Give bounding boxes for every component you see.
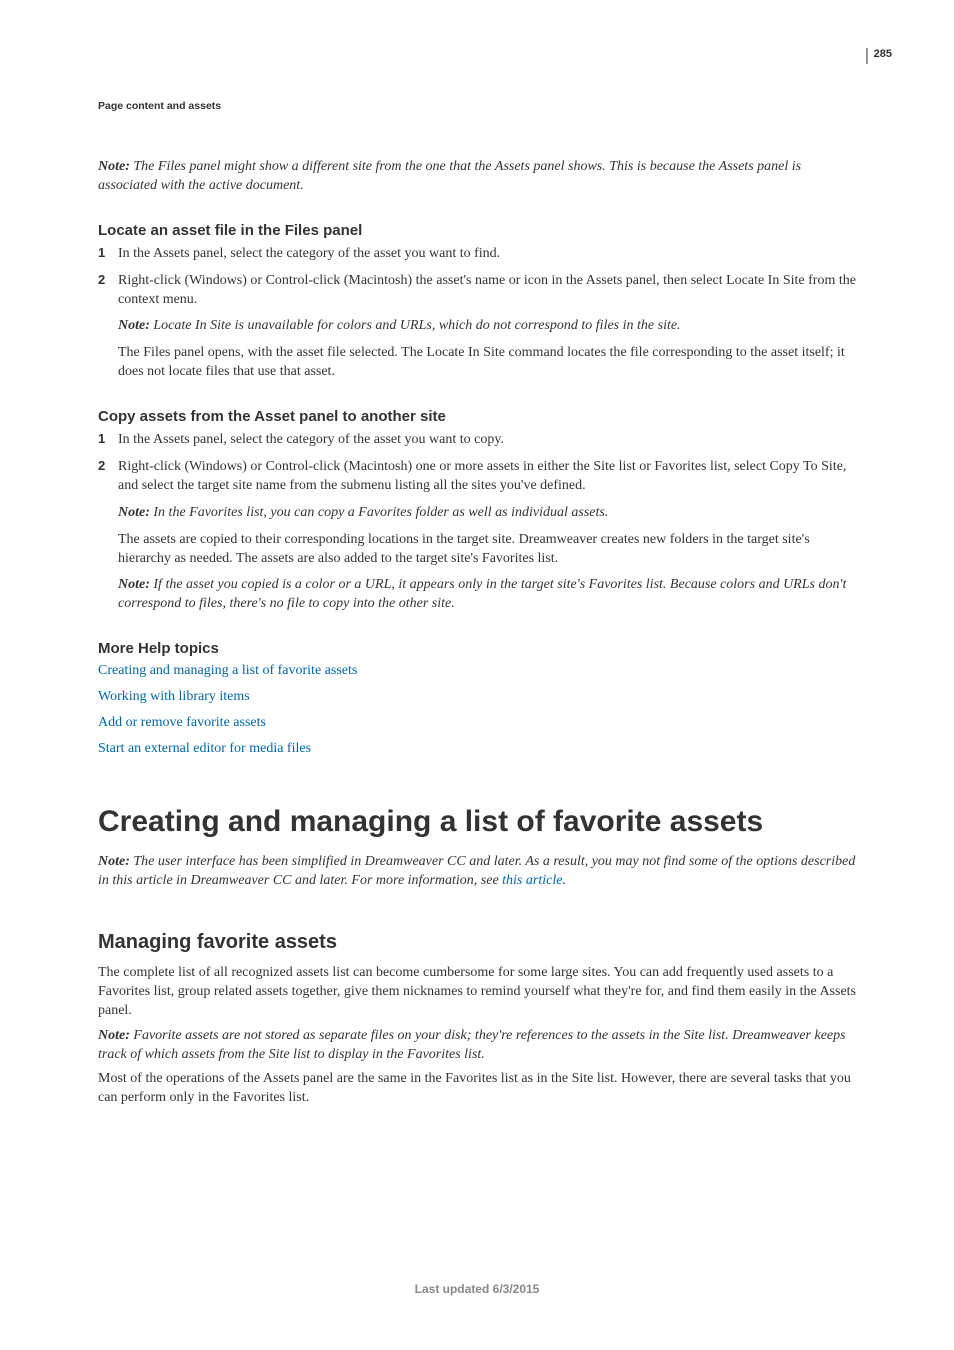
heading-managing-favorite-assets: Managing favorite assets <box>98 931 858 954</box>
list-item: 2 Right-click (Windows) or Control-click… <box>98 272 858 382</box>
list-number: 2 <box>98 458 118 614</box>
list-note-2: Note: If the asset you copied is a color… <box>118 576 858 614</box>
list-body: In the Assets panel, select the category… <box>118 431 858 450</box>
list-text: Right-click (Windows) or Control-click (… <box>118 459 846 493</box>
list-number: 2 <box>98 272 118 382</box>
note-text-before: The user interface has been simplified i… <box>98 854 855 888</box>
heading-creating-managing-favorites: Creating and managing a list of favorite… <box>98 805 858 839</box>
list-number: 1 <box>98 431 118 450</box>
list-note: Note: Locate In Site is unavailable for … <box>118 317 858 336</box>
managing-note: Note: Favorite assets are not stored as … <box>98 1027 858 1065</box>
heading-copy-assets: Copy assets from the Asset panel to anot… <box>98 408 858 425</box>
help-link-favorite-assets[interactable]: Creating and managing a list of favorite… <box>98 663 858 679</box>
page-footer: Last updated 6/3/2015 <box>0 1282 954 1296</box>
note-label: Note: <box>98 159 130 174</box>
note-label: Note: <box>118 505 150 520</box>
help-link-library-items[interactable]: Working with library items <box>98 689 858 705</box>
page-header-section: Page content and assets <box>98 100 221 112</box>
list-body: In the Assets panel, select the category… <box>118 245 858 264</box>
note-text: Locate In Site is unavailable for colors… <box>150 318 681 333</box>
note-text: In the Favorites list, you can copy a Fa… <box>150 505 608 520</box>
list-item: 1 In the Assets panel, select the catego… <box>98 245 858 264</box>
heading-more-help: More Help topics <box>98 640 858 657</box>
list-note-1: Note: In the Favorites list, you can cop… <box>118 504 858 523</box>
help-link-external-editor[interactable]: Start an external editor for media files <box>98 741 858 757</box>
note-label: Note: <box>118 577 150 592</box>
list-item: 2 Right-click (Windows) or Control-click… <box>98 458 858 614</box>
help-link-add-remove-favorites[interactable]: Add or remove favorite assets <box>98 715 858 731</box>
note-text: If the asset you copied is a color or a … <box>118 577 846 611</box>
heading-locate-asset: Locate an asset file in the Files panel <box>98 222 858 239</box>
list-body: Right-click (Windows) or Control-click (… <box>118 458 858 614</box>
list-text: Right-click (Windows) or Control-click (… <box>118 273 856 307</box>
page-content: Note: The Files panel might show a diffe… <box>98 158 858 1114</box>
page-number: 285 <box>866 48 892 64</box>
list-body: Right-click (Windows) or Control-click (… <box>118 272 858 382</box>
this-article-link[interactable]: this article <box>502 873 562 888</box>
note-text-after: . <box>562 873 566 888</box>
list-item: 1 In the Assets panel, select the catego… <box>98 431 858 450</box>
note-label: Note: <box>118 318 150 333</box>
intro-note: Note: The Files panel might show a diffe… <box>98 158 858 196</box>
list-after-text: The Files panel opens, with the asset fi… <box>118 344 858 382</box>
managing-p1: The complete list of all recognized asse… <box>98 964 858 1021</box>
note-label: Note: <box>98 854 130 869</box>
list-mid-text: The assets are copied to their correspon… <box>118 531 858 569</box>
note-text: The Files panel might show a different s… <box>98 159 801 193</box>
note-text: Favorite assets are not stored as separa… <box>98 1028 846 1062</box>
note-label: Note: <box>98 1028 130 1043</box>
list-number: 1 <box>98 245 118 264</box>
managing-p2: Most of the operations of the Assets pan… <box>98 1070 858 1108</box>
main-note: Note: The user interface has been simpli… <box>98 853 858 891</box>
